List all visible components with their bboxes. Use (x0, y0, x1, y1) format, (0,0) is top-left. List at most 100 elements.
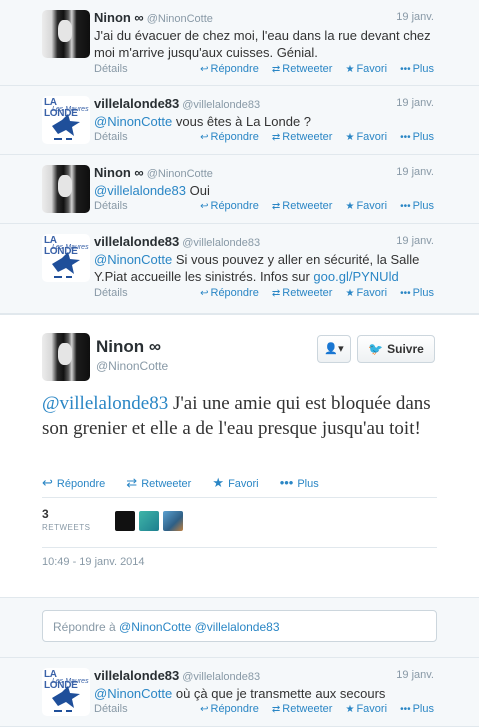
mention-link[interactable]: @NinonCotte (94, 114, 172, 129)
favorite-button[interactable]: ★ Favori (212, 475, 258, 490)
more-icon: ••• (400, 288, 411, 299)
tweet-date[interactable]: 19 janv. (396, 11, 434, 23)
reply-button[interactable]: ↩ Répondre (200, 703, 259, 715)
reply-button[interactable]: ↩ Répondre (42, 475, 105, 490)
details-link[interactable]: Détails (94, 287, 128, 299)
tweet-date[interactable]: 19 janv. (396, 669, 434, 681)
avatar[interactable]: LA LONDE Les Maures (42, 234, 90, 282)
retweeter-avatar[interactable] (139, 511, 159, 531)
mention-link[interactable]: @NinonCotte (94, 686, 172, 701)
tweet-text: @villelalonde83 Oui (94, 183, 210, 198)
retweet-label[interactable]: RETWEETS (42, 523, 90, 532)
reply-input[interactable]: Répondre à @NinonCotte @villelalonde83 (42, 610, 437, 642)
favorite-button[interactable]: ★ Favori (345, 200, 387, 212)
tweet-text: @NinonCotte Si vous pouvez y aller en sé… (94, 252, 420, 284)
tweet-text: @villelalonde83 J'ai une amie qui est bl… (42, 393, 431, 439)
mention-link[interactable]: @villelalonde83 (94, 183, 186, 198)
reply-area: Répondre à @NinonCotte @villelalonde83 (0, 598, 479, 658)
retweet-button[interactable]: ⇄ Retweeter (272, 63, 333, 75)
favorite-button[interactable]: ★ Favori (345, 63, 387, 75)
tweet-date[interactable]: 19 janv. (396, 235, 434, 247)
tweet-text: J'ai du évacuer de chez moi, l'eau dans … (94, 28, 431, 60)
tweet-author[interactable]: Ninon ∞ @NinonCotte (94, 165, 213, 180)
retweet-icon: ⇄ (126, 475, 138, 490)
reply-icon: ↩ (200, 132, 209, 143)
reply-icon: ↩ (42, 475, 53, 490)
more-button[interactable]: ••• Plus (400, 200, 434, 212)
mention-link[interactable]: @villelalonde83 (42, 393, 168, 414)
tweet-timestamp[interactable]: 10:49 - 19 janv. 2014 (42, 556, 145, 568)
retweet-icon: ⇄ (271, 201, 281, 212)
more-button[interactable]: ••• Plus (400, 63, 434, 75)
reply-icon: ↩ (200, 288, 209, 299)
favorite-button[interactable]: ★ Favori (345, 703, 387, 715)
tweet-actions: ↩ Répondre ⇄ Retweeter ★ Favori ••• Plus (42, 475, 337, 491)
tweet[interactable]: Ninon ∞ @NinonCotte 19 janv. @villelalond… (0, 155, 479, 224)
tweet[interactable]: LA LONDE Les Maures villelalonde83 @ville… (0, 224, 479, 314)
more-icon: ••• (400, 132, 411, 143)
retweet-button[interactable]: ⇄ Retweeter (272, 287, 333, 299)
lalonde-logo-icon (52, 686, 80, 712)
avatar[interactable] (42, 165, 90, 213)
follow-button[interactable]: 🐦 Suivre (357, 335, 435, 363)
star-icon: ★ (345, 704, 355, 715)
tweet-author-name[interactable]: Ninon ∞ (96, 337, 161, 357)
retweeter-avatar[interactable] (163, 511, 183, 531)
reply-button[interactable]: ↩ Répondre (200, 63, 259, 75)
retweet-icon: ⇄ (271, 132, 281, 143)
focused-tweet: Ninon ∞ @NinonCotte 👤▾ 🐦 Suivre @villelal… (0, 314, 479, 598)
mention-link[interactable]: @NinonCotte (94, 252, 172, 267)
more-button[interactable]: ••• Plus (279, 475, 319, 490)
avatar[interactable] (42, 10, 90, 58)
divider (42, 547, 437, 548)
more-button[interactable]: ••• Plus (400, 703, 434, 715)
details-link[interactable]: Détails (94, 703, 128, 715)
reply-icon: ↩ (200, 64, 209, 75)
tweet-date[interactable]: 19 janv. (396, 166, 434, 178)
star-icon: ★ (345, 64, 355, 75)
retweet-count[interactable]: 3 (42, 507, 49, 521)
details-link[interactable]: Détails (94, 63, 128, 75)
reply-button[interactable]: ↩ Répondre (200, 131, 259, 143)
star-icon: ★ (212, 475, 225, 490)
tweet[interactable]: LA LONDE Les Maures villelalonde83 @ville… (0, 658, 479, 727)
tweet-author[interactable]: Ninon ∞ @NinonCotte (94, 10, 213, 25)
tweet[interactable]: LA LONDE Les Maures villelalonde83 @ville… (0, 86, 479, 155)
more-icon: ••• (279, 475, 294, 490)
avatar[interactable]: LA LONDE Les Maures (42, 96, 90, 144)
reply-button[interactable]: ↩ Répondre (200, 287, 259, 299)
favorite-button[interactable]: ★ Favori (345, 131, 387, 143)
retweet-button[interactable]: ⇄ Retweeter (126, 475, 191, 490)
retweet-button[interactable]: ⇄ Retweeter (272, 131, 333, 143)
tweet-author-handle[interactable]: @NinonCotte (96, 359, 168, 373)
more-button[interactable]: ••• Plus (400, 131, 434, 143)
reply-button[interactable]: ↩ Répondre (200, 200, 259, 212)
reply-icon: ↩ (200, 704, 209, 715)
tweet-author[interactable]: villelalonde83 @villelalonde83 (94, 234, 260, 249)
retweet-icon: ⇄ (271, 64, 281, 75)
url-link[interactable]: goo.gl/PYNUld (313, 269, 398, 284)
reply-icon: ↩ (200, 201, 209, 212)
more-icon: ••• (400, 704, 411, 715)
more-button[interactable]: ••• Plus (400, 287, 434, 299)
details-link[interactable]: Détails (94, 200, 128, 212)
star-icon: ★ (345, 132, 355, 143)
retweeter-avatar[interactable] (115, 511, 135, 531)
tweet-author[interactable]: villelalonde83 @villelalonde83 (94, 668, 260, 683)
details-link[interactable]: Détails (94, 131, 128, 143)
user-menu-button[interactable]: 👤▾ (317, 335, 351, 363)
retweet-button[interactable]: ⇄ Retweeter (272, 703, 333, 715)
retweet-icon: ⇄ (271, 704, 281, 715)
tweet[interactable]: Ninon ∞ @NinonCotte 19 janv. J'ai du évac… (0, 0, 479, 86)
more-icon: ••• (400, 201, 411, 212)
avatar[interactable]: LA LONDE Les Maures (42, 668, 90, 716)
tweet-author[interactable]: villelalonde83 @villelalonde83 (94, 96, 260, 111)
lalonde-logo-icon (52, 114, 80, 140)
star-icon: ★ (345, 201, 355, 212)
more-icon: ••• (400, 64, 411, 75)
favorite-button[interactable]: ★ Favori (345, 287, 387, 299)
tweet-date[interactable]: 19 janv. (396, 97, 434, 109)
avatar[interactable] (42, 333, 90, 381)
divider (42, 497, 437, 498)
retweet-button[interactable]: ⇄ Retweeter (272, 200, 333, 212)
